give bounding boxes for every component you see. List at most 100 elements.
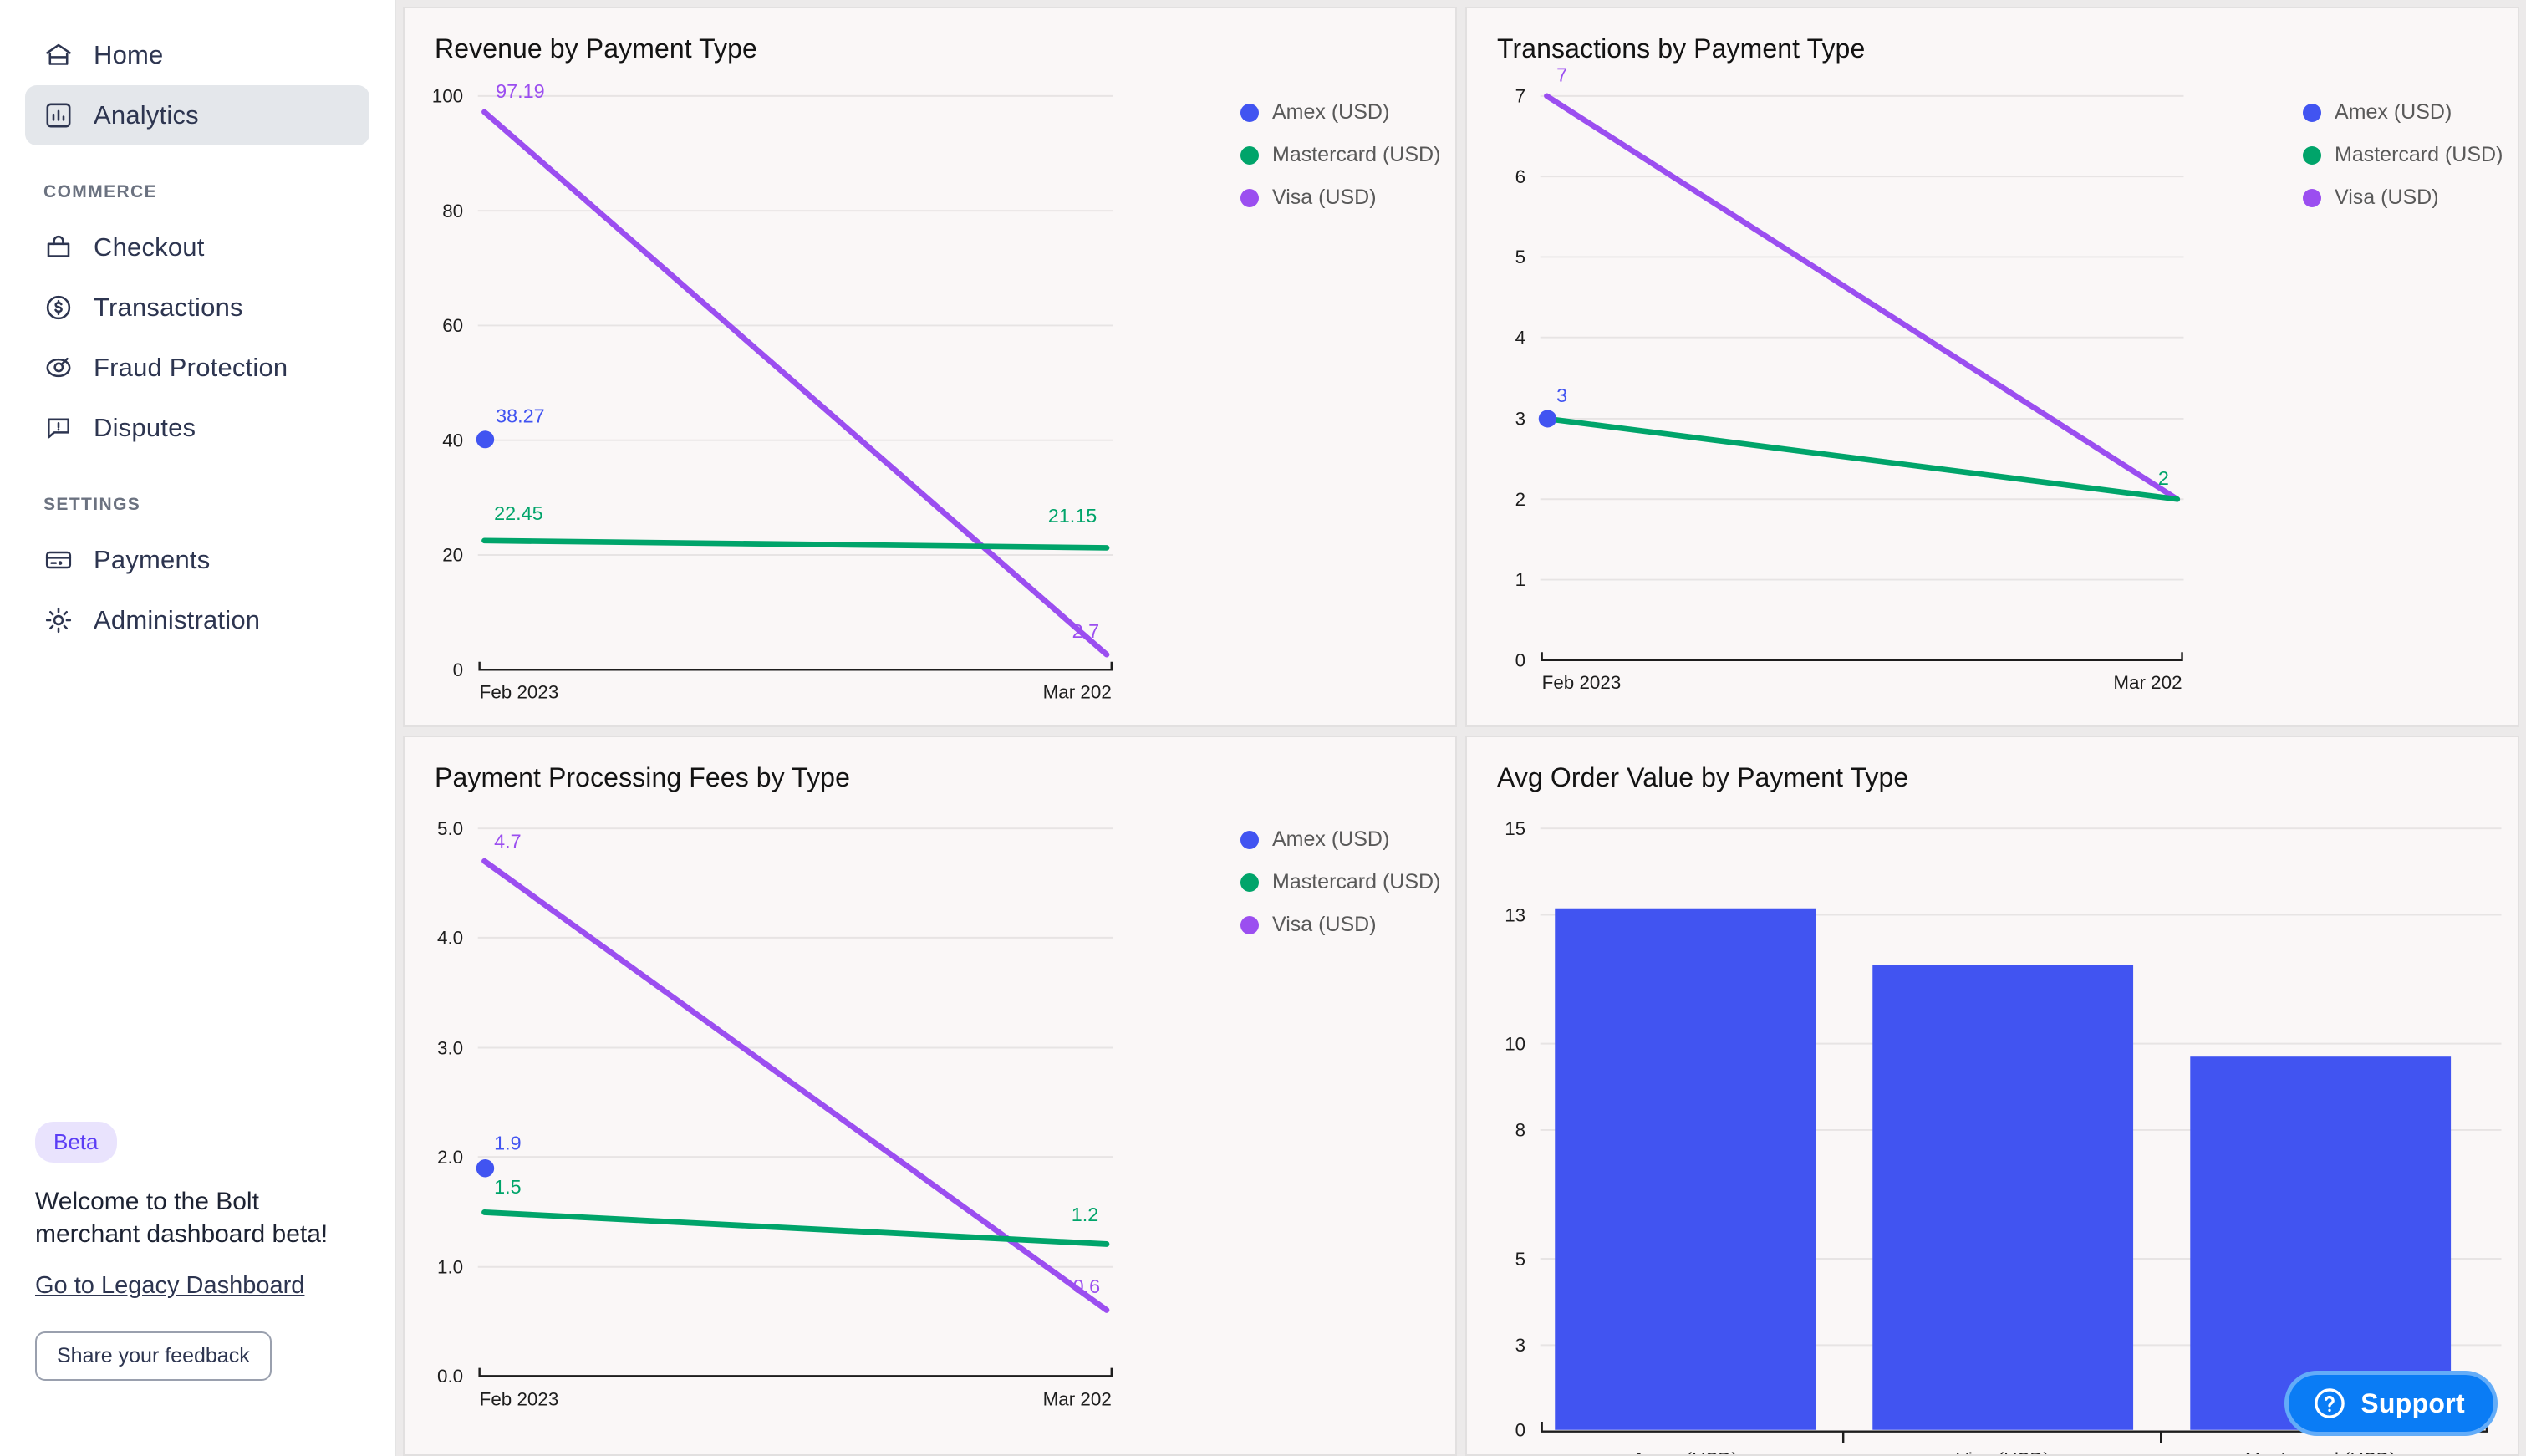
y-tick: 60 xyxy=(442,315,463,336)
sidebar-section-commerce: COMMERCE xyxy=(43,182,158,201)
gear-icon xyxy=(43,605,74,635)
data-label-mastercard-start: 22.45 xyxy=(494,502,543,524)
data-label-visa-end: 2.7 xyxy=(1072,620,1100,642)
card-icon xyxy=(43,545,74,575)
line-visa xyxy=(481,109,1110,658)
sidebar-item-checkout[interactable]: Checkout xyxy=(25,217,369,277)
y-tick: 3 xyxy=(1515,1335,1525,1356)
y-tick: 15 xyxy=(1505,818,1525,839)
point-amex xyxy=(476,430,495,449)
data-label-visa-start: 4.7 xyxy=(494,831,521,853)
data-label-amex-start: 1.9 xyxy=(494,1132,521,1153)
card-revenue-by-payment-type: Revenue by Payment Type Amex (USD) Maste… xyxy=(403,7,1457,727)
sidebar-item-administration[interactable]: Administration xyxy=(25,590,369,650)
y-tick: 40 xyxy=(442,430,463,451)
y-tick: 20 xyxy=(442,545,463,566)
y-tick: 0.0 xyxy=(437,1366,463,1387)
point-amex xyxy=(476,1159,495,1178)
x-tick: Mar 202 xyxy=(1043,682,1112,703)
analytics-icon xyxy=(43,100,74,130)
x-tick-category: Visa (USD) xyxy=(1956,1449,2050,1454)
sidebar-item-label: Payments xyxy=(94,545,211,574)
point-amex xyxy=(1538,410,1557,428)
sidebar-item-label: Analytics xyxy=(94,100,199,130)
data-label-visa-start: 97.19 xyxy=(496,80,545,102)
chart-plot-transactions: 7 6 5 4 3 2 1 0 Feb 2023 Mar 202 7 3 2 xyxy=(1515,64,2184,693)
y-tick: 5 xyxy=(1515,1249,1525,1270)
y-tick: 1 xyxy=(1515,569,1525,590)
sidebar-item-label: Disputes xyxy=(94,413,196,442)
sidebar-section-settings: SETTINGS xyxy=(43,495,141,514)
data-label-amex-start: 38.27 xyxy=(496,405,545,427)
y-tick: 3.0 xyxy=(437,1037,463,1058)
chat-alert-icon xyxy=(43,413,74,443)
x-tick: Feb 2023 xyxy=(1542,672,1622,693)
sidebar-item-home[interactable]: Home xyxy=(25,25,369,85)
y-tick: 10 xyxy=(1505,1033,1525,1054)
bar-visa[interactable] xyxy=(1872,965,2134,1430)
data-label-mastercard-start: 1.5 xyxy=(494,1176,521,1198)
target-icon xyxy=(43,353,74,383)
x-tick-category: Amex (USD) xyxy=(1632,1449,1738,1454)
chart-plot-revenue: 100 80 60 40 20 0 Feb 2023 Mar 202 97.19… xyxy=(432,80,1113,703)
bag-icon xyxy=(43,232,74,262)
dollar-circle-icon xyxy=(43,293,74,323)
x-tick: Mar 202 xyxy=(2113,672,2182,693)
sidebar-item-analytics[interactable]: Analytics xyxy=(25,85,369,145)
y-tick: 3 xyxy=(1515,409,1525,430)
y-tick: 6 xyxy=(1515,166,1525,187)
chart-plot-fees: 5.0 4.0 3.0 2.0 1.0 0.0 Feb 2023 Mar 202… xyxy=(437,818,1113,1410)
x-tick: Feb 2023 xyxy=(480,1388,559,1409)
support-button[interactable]: Support xyxy=(2284,1371,2498,1436)
y-tick: 2 xyxy=(1515,489,1525,510)
data-label-visa-start: 7 xyxy=(1556,64,1567,86)
card-transactions-by-payment-type: Transactions by Payment Type Amex (USD) … xyxy=(1465,7,2519,727)
sidebar-item-label: Administration xyxy=(94,605,261,634)
sidebar-item-payments[interactable]: Payments xyxy=(25,530,369,590)
y-tick: 4.0 xyxy=(437,928,463,949)
sidebar-item-transactions[interactable]: Transactions xyxy=(25,277,369,338)
data-label-visa-end: 0.6 xyxy=(1073,1275,1100,1297)
y-tick: 8 xyxy=(1515,1120,1525,1141)
bar-amex[interactable] xyxy=(1555,908,1816,1430)
y-tick: 13 xyxy=(1505,904,1525,925)
beta-badge: Beta xyxy=(35,1122,117,1163)
sidebar-item-label: Fraud Protection xyxy=(94,353,288,382)
y-tick: 5.0 xyxy=(437,818,463,839)
sidebar: Home Analytics COMMERCE Checkout Transac… xyxy=(0,0,396,1456)
dashboard-main: Revenue by Payment Type Amex (USD) Maste… xyxy=(396,0,2526,1456)
legacy-dashboard-link[interactable]: Go to Legacy Dashboard xyxy=(35,1272,304,1300)
y-tick: 80 xyxy=(442,201,463,221)
x-tick-category: Mastercard (USD) xyxy=(2245,1449,2396,1454)
line-visa xyxy=(481,858,1110,1313)
chart-plot-avg-order-value: 15 13 10 8 5 3 0 Amex (USD) Visa (USD) M… xyxy=(1505,818,2502,1454)
y-tick: 0 xyxy=(1515,1420,1525,1441)
line-mastercard xyxy=(481,1209,1110,1247)
card-payment-processing-fees-by-type: Payment Processing Fees by Type Amex (US… xyxy=(403,736,1457,1456)
line-mastercard xyxy=(481,537,1110,551)
data-label-mastercard-end: 21.15 xyxy=(1048,505,1097,527)
x-tick: Feb 2023 xyxy=(480,682,559,703)
dashboard-app: Home Analytics COMMERCE Checkout Transac… xyxy=(0,0,2526,1456)
line-mastercard xyxy=(1544,415,2181,502)
y-tick: 2.0 xyxy=(437,1147,463,1168)
share-feedback-button[interactable]: Share your feedback xyxy=(35,1331,272,1381)
data-label-amex-start: 3 xyxy=(1556,384,1567,406)
sidebar-item-label: Home xyxy=(94,40,164,69)
home-icon xyxy=(43,40,74,70)
sidebar-footer: Beta Welcome to the Bolt merchant dashbo… xyxy=(35,1122,369,1381)
card-avg-order-value-by-payment-type: Avg Order Value by Payment Type 15 13 10… xyxy=(1465,736,2519,1456)
line-visa xyxy=(1544,93,2181,502)
sidebar-item-label: Transactions xyxy=(94,293,243,322)
y-tick: 4 xyxy=(1515,328,1525,349)
support-label: Support xyxy=(2360,1387,2465,1418)
sidebar-item-disputes[interactable]: Disputes xyxy=(25,398,369,458)
welcome-message: Welcome to the Bolt merchant dashboard b… xyxy=(35,1188,328,1248)
x-tick: Mar 202 xyxy=(1043,1388,1112,1409)
sidebar-item-fraud-protection[interactable]: Fraud Protection xyxy=(25,338,369,398)
sidebar-item-label: Checkout xyxy=(94,232,205,262)
y-tick: 0 xyxy=(1515,650,1525,671)
y-tick: 100 xyxy=(432,86,463,107)
y-tick: 7 xyxy=(1515,86,1525,107)
data-label-mastercard-end: 2 xyxy=(2158,467,2169,489)
